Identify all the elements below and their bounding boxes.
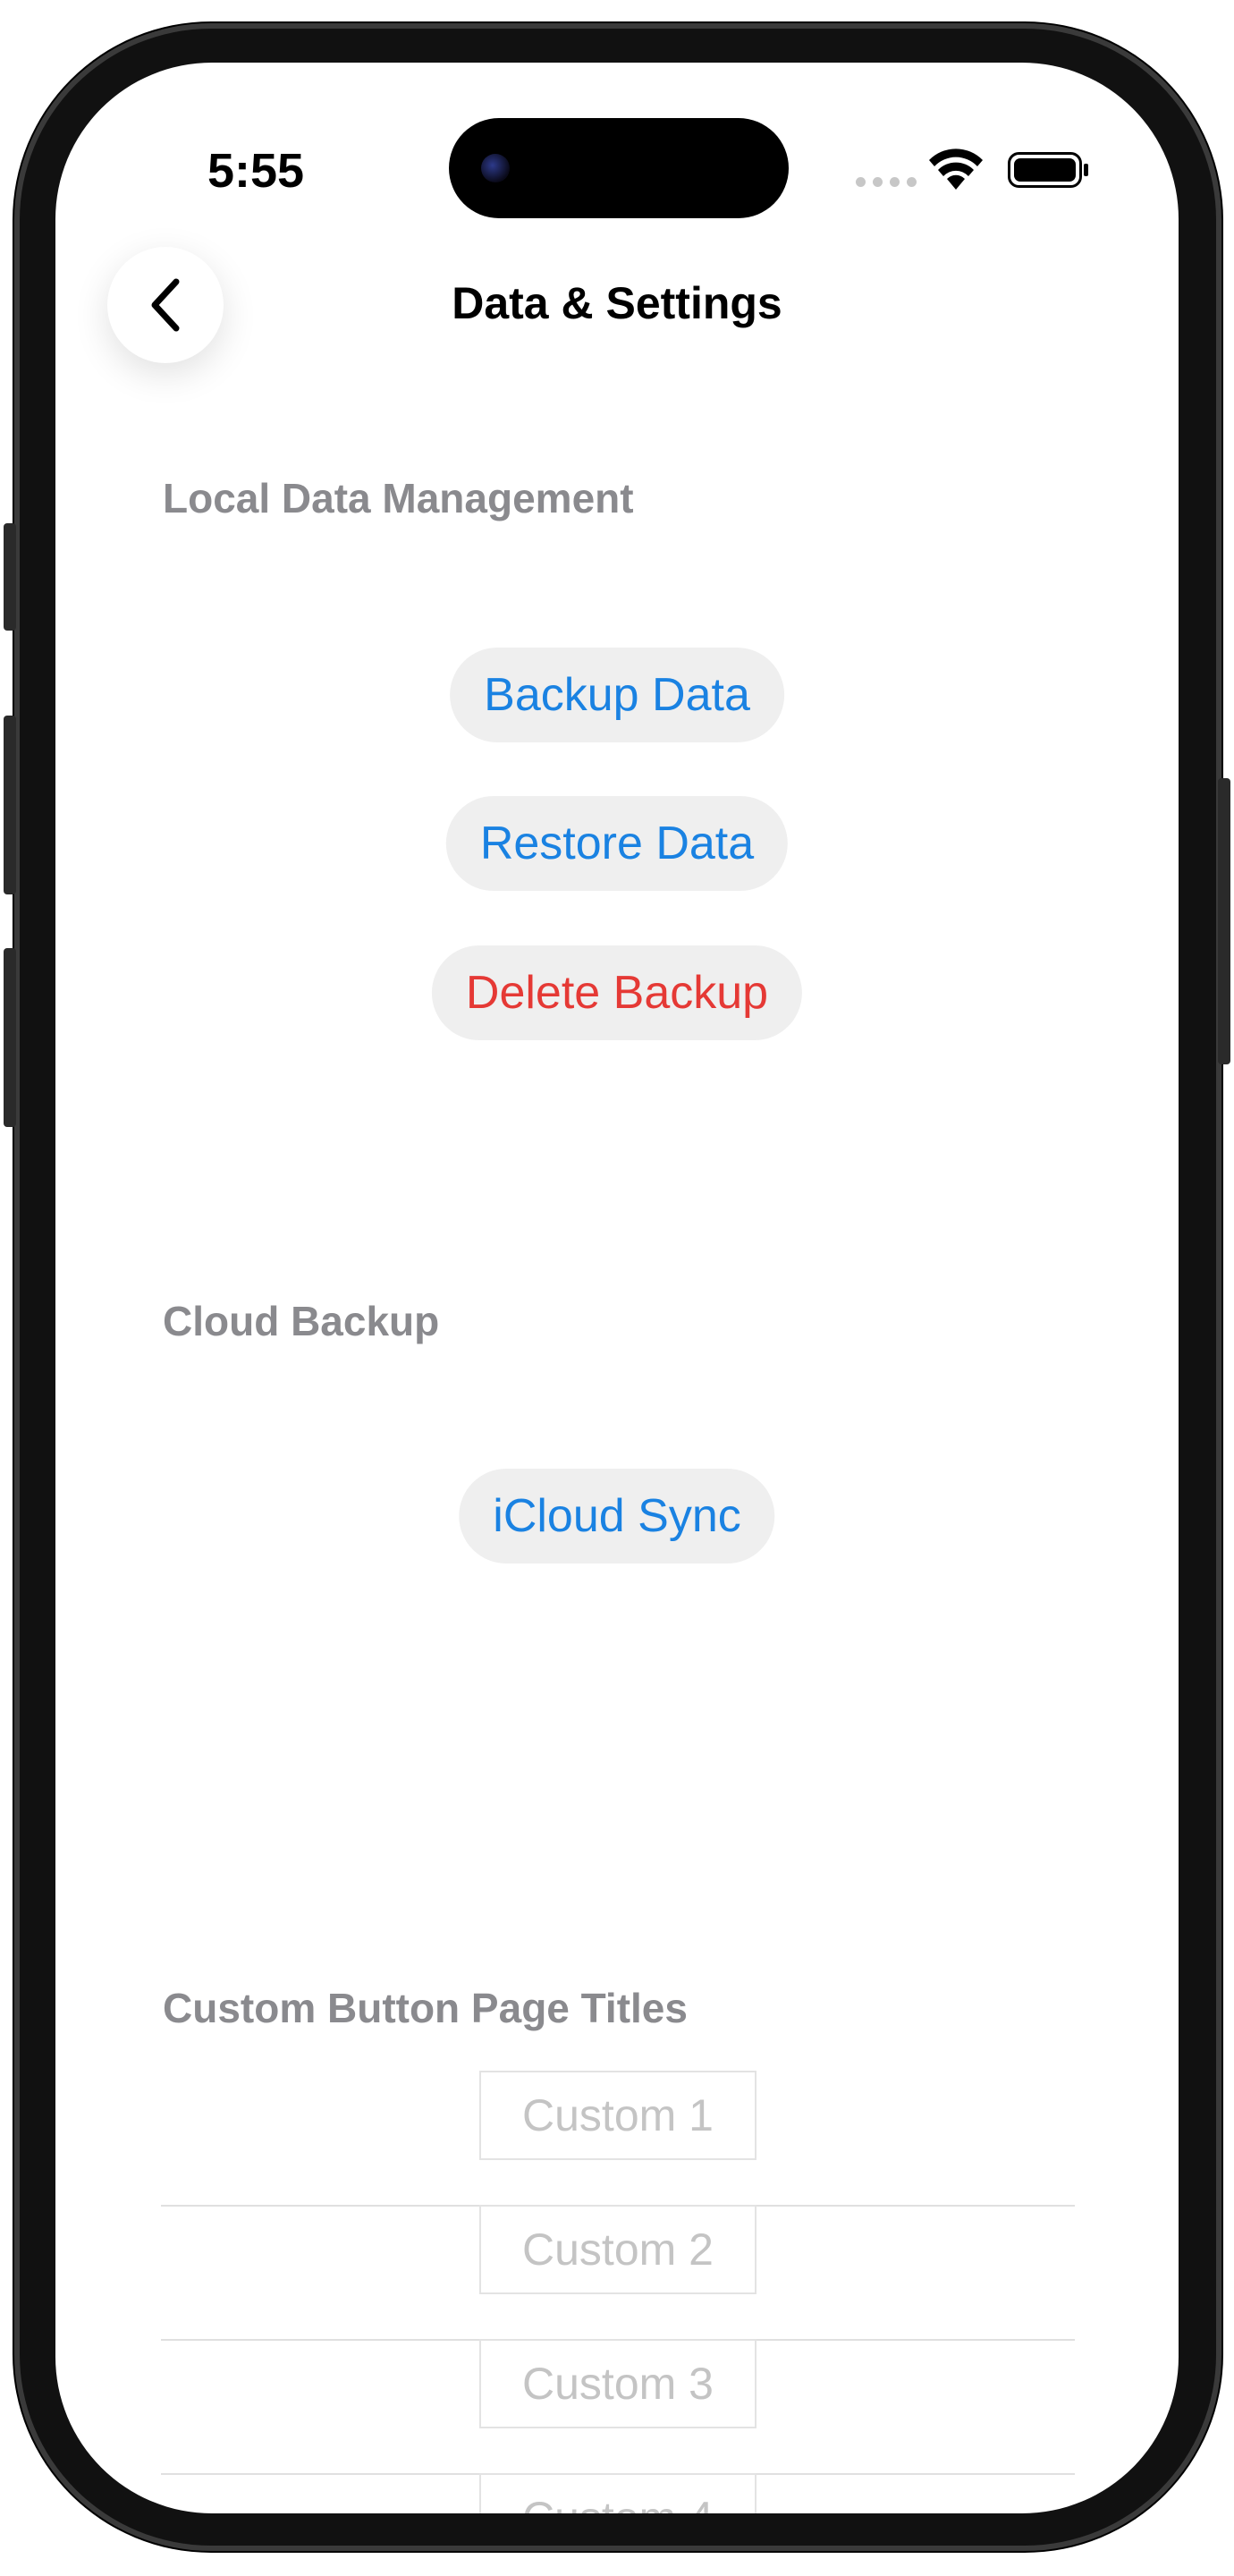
custom-title-row: Custom 3 [161,2339,1075,2475]
custom-title-row: Custom 2 [161,2205,1075,2341]
action-button [4,523,16,631]
backup-data-button[interactable]: Backup Data [450,648,784,742]
power-button [1218,778,1230,1064]
custom-title-row: Custom 4 [161,2473,1075,2513]
custom-title-field-2[interactable]: Custom 2 [479,2205,756,2294]
section-title-cloud-backup: Cloud Backup [163,1298,440,1344]
section-title-custom-titles: Custom Button Page Titles [163,1985,688,2031]
page-title: Data & Settings [452,278,782,328]
wifi-icon [929,148,983,190]
dynamic-island [449,118,789,218]
icloud-sync-button[interactable]: iCloud Sync [459,1469,775,1563]
screen: 5:55 Data & Settings Local Data Manageme… [55,63,1179,2513]
delete-backup-button[interactable]: Delete Backup [431,945,803,1040]
custom-title-row: Custom 1 [161,2071,1075,2207]
status-time: 5:55 [207,144,305,198]
battery-icon [1008,152,1088,188]
cellular-signal-icon [856,177,917,187]
restore-data-button[interactable]: Restore Data [445,796,789,891]
section-title-local-data: Local Data Management [163,475,634,521]
custom-title-field-1[interactable]: Custom 1 [479,2071,756,2160]
custom-title-field-4[interactable]: Custom 4 [479,2473,756,2513]
camera-icon [481,154,510,182]
volume-up-button [4,716,16,894]
volume-down-button [4,948,16,1127]
custom-title-field-3[interactable]: Custom 3 [479,2339,756,2428]
